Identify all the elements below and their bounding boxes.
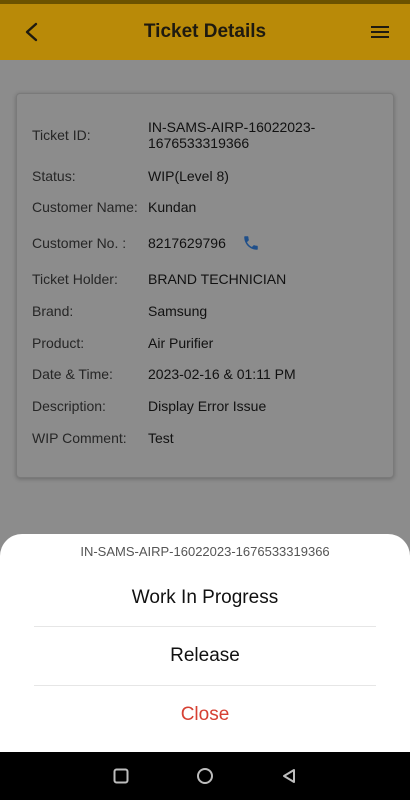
call-button[interactable] (242, 234, 260, 252)
detail-label: Date & Time: (32, 366, 113, 382)
sheet-divider (34, 685, 376, 686)
detail-value: BRAND TECHNICIAN (148, 271, 287, 287)
detail-value: Kundan (148, 199, 197, 215)
detail-value: Air Purifier (148, 334, 214, 351)
detail-label: Status: (32, 167, 76, 184)
action-bottom-sheet: IN-SAMS-AIRP-16022023-1676533319366 Work… (0, 534, 410, 752)
detail-row-status: Status: WIP(Level 8) (17, 160, 393, 191)
detail-row-description: Description: Display Error Issue (17, 390, 393, 422)
hamburger-menu-icon (371, 26, 389, 38)
recent-apps-square-icon (113, 768, 129, 784)
detail-label: WIP Comment: (32, 429, 127, 446)
customer-phone-number: 8217629796 (148, 235, 226, 251)
system-navigation-bar (0, 752, 410, 800)
home-button[interactable] (193, 764, 217, 788)
detail-value: 2023-02-16 & 01:11 PM (148, 366, 296, 382)
app-bar: Ticket Details (0, 4, 410, 60)
detail-label: Customer No. : (32, 235, 127, 251)
phone-icon (244, 236, 258, 250)
back-button[interactable] (18, 18, 46, 46)
work-in-progress-button[interactable]: Work In Progress (34, 570, 376, 626)
release-button[interactable]: Release (34, 628, 376, 684)
detail-row-date-time: Date & Time: 2023-02-16 & 01:11 PM (17, 358, 393, 390)
system-back-button[interactable] (277, 764, 301, 788)
detail-row-brand: Brand: Samsung (17, 295, 393, 327)
close-button[interactable]: Close (34, 687, 376, 743)
recent-apps-button[interactable] (109, 764, 133, 788)
sheet-ticket-id: IN-SAMS-AIRP-16022023-1676533319366 (80, 544, 330, 559)
detail-row-product: Product: Air Purifier (17, 327, 393, 358)
detail-label: Ticket ID: (32, 127, 91, 143)
detail-label: Ticket Holder: (32, 271, 118, 287)
detail-label: Product: (32, 334, 85, 351)
ticket-details-card: Ticket ID: IN-SAMS-AIRP-16022023-1676533… (16, 93, 394, 478)
detail-row-customer-no: Customer No. : 8217629796 (17, 223, 393, 263)
detail-row-wip-comment: WIP Comment: Test (17, 422, 393, 453)
menu-button[interactable] (366, 18, 394, 46)
detail-value: IN-SAMS-AIRP-16022023-1676533319366 (148, 119, 316, 151)
detail-row-customer-name: Customer Name: Kundan (17, 191, 393, 223)
detail-label: Customer Name: (32, 199, 138, 215)
detail-label: Brand: (32, 303, 74, 319)
sheet-divider (34, 626, 376, 627)
detail-value: Display Error Issue (148, 398, 267, 414)
detail-value: WIP(Level 8) (148, 167, 229, 184)
back-triangle-icon (283, 769, 295, 783)
detail-value: 8217629796 (148, 234, 393, 252)
back-chevron-icon (25, 22, 38, 42)
detail-label: Description: (32, 398, 106, 414)
page-title: Ticket Details (143, 21, 267, 42)
detail-row-ticket-holder: Ticket Holder: BRAND TECHNICIAN (17, 263, 393, 295)
detail-row-ticket-id: Ticket ID: IN-SAMS-AIRP-16022023-1676533… (17, 110, 393, 160)
home-circle-icon (197, 768, 213, 784)
detail-value: Samsung (148, 303, 208, 319)
detail-value: Test (148, 429, 174, 446)
